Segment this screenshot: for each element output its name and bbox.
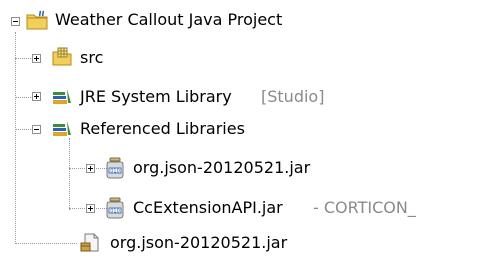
svg-text:010: 010: [110, 168, 120, 174]
library-icon: [53, 89, 71, 104]
tree-item-org-json-jar[interactable]: 010 org.json-20120521.jar: [0, 151, 498, 185]
jar-icon: 010: [106, 197, 124, 219]
svg-text:010: 010: [110, 208, 120, 214]
library-icon: [53, 121, 71, 136]
jre-library-decoration: [Studio]: [261, 87, 325, 106]
tree-item-referenced-libraries[interactable]: Referenced Libraries: [0, 112, 498, 146]
jar-icon: 010: [106, 157, 124, 179]
tree-item-project[interactable]: Weather Callout Java Project: [0, 3, 498, 37]
ccextensionapi-jar-decoration: - CORTICON_: [313, 198, 416, 217]
org-json-jar-file-label: org.json-20120521.jar: [110, 233, 288, 252]
jre-library-label: JRE System Library: [80, 87, 232, 106]
referenced-libraries-label: Referenced Libraries: [80, 119, 245, 138]
tree-item-ccextensionapi-jar[interactable]: 010 CcExtensionAPI.jar - CORTICON_: [0, 191, 498, 225]
collapse-toggle-icon[interactable]: [32, 125, 41, 134]
project-explorer-tree: Weather Callout Java Project src JRE Sys…: [0, 0, 498, 255]
expand-toggle-icon[interactable]: [86, 164, 95, 173]
expand-toggle-icon[interactable]: [32, 54, 41, 63]
src-label: src: [80, 48, 104, 67]
expand-toggle-icon[interactable]: [32, 92, 41, 101]
ccextensionapi-jar-label: CcExtensionAPI.jar: [133, 198, 283, 217]
expand-toggle-icon[interactable]: [86, 204, 95, 213]
project-label: Weather Callout Java Project: [55, 10, 283, 29]
tree-item-jre-system-library[interactable]: JRE System Library [Studio]: [0, 80, 498, 114]
jar-file-icon: [80, 233, 99, 252]
tree-item-src[interactable]: src: [0, 41, 498, 75]
source-package-icon: [52, 47, 72, 66]
org-json-jar-label: org.json-20120521.jar: [133, 158, 311, 177]
collapse-toggle-icon[interactable]: [11, 17, 20, 26]
java-project-icon: [26, 10, 48, 30]
